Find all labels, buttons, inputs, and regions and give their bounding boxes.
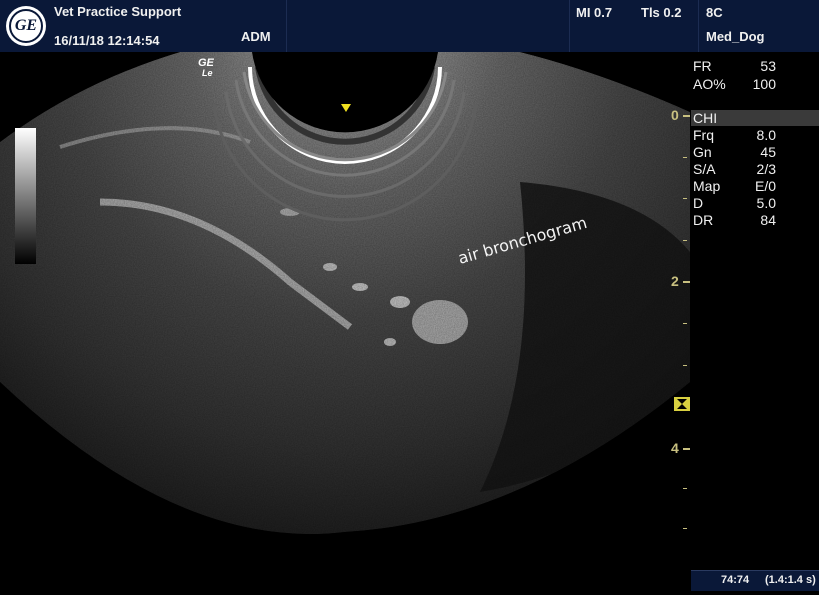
header-empty-cell <box>287 0 570 52</box>
imaging-mode: CHI <box>693 110 718 126</box>
probe-mark: GE Le <box>198 57 214 79</box>
sa-value: 2/3 <box>756 161 776 177</box>
depth-value: 5.0 <box>756 195 776 211</box>
clinic-name: Vet Practice Support <box>54 4 182 19</box>
depth-tick-minor <box>683 323 687 324</box>
depth-label-4: 4 <box>671 440 679 456</box>
dynamic-range-value: 84 <box>760 212 776 228</box>
ultrasound-image: air bronchogram GE Le <box>0 47 690 590</box>
depth-tick-minor <box>683 157 687 158</box>
dynamic-range-label: DR <box>693 212 714 228</box>
focus-marker-icon[interactable] <box>674 397 690 411</box>
map-label: Map <box>693 178 721 194</box>
mechanical-index: MI 0.7 <box>576 5 613 20</box>
preset-name: Med_Dog <box>706 29 765 44</box>
depth-label-2: 2 <box>671 273 679 289</box>
scan-sector <box>0 52 690 535</box>
probe-mark-sub: Le <box>202 68 213 78</box>
acoustic-output-value: 100 <box>752 76 776 92</box>
acoustic-output-label: AO% <box>693 76 726 92</box>
exam-datetime: 16/11/18 12:14:54 <box>54 33 160 48</box>
cine-frames: 74:74 <box>721 574 750 586</box>
cine-duration: (1.4:1.4 s) <box>765 574 816 586</box>
frame-rate-label: FR <box>693 58 712 74</box>
thermal-index: Tls 0.2 <box>641 5 682 20</box>
depth-label: D <box>693 195 704 211</box>
map-value: E/0 <box>754 178 776 194</box>
operator-id: ADM <box>241 29 271 44</box>
probe-mark-main: GE <box>198 57 214 69</box>
grayscale-bar <box>15 128 36 264</box>
depth-tick-major <box>683 281 690 283</box>
gain-value: 45 <box>760 144 776 160</box>
depth-tick-minor <box>683 488 687 489</box>
frame-rate-value: 53 <box>760 58 776 74</box>
ge-logo-text: GE <box>9 9 43 43</box>
cine-status[interactable]: 74:74 (1.4:1.4 s) <box>691 570 819 591</box>
depth-tick-minor <box>683 198 687 199</box>
depth-label-0: 0 <box>671 107 679 123</box>
ge-logo: GE <box>6 6 46 46</box>
depth-tick-minor <box>683 240 687 241</box>
depth-tick-minor <box>683 528 687 529</box>
gain-label: Gn <box>693 144 712 160</box>
depth-tick-major <box>683 115 690 117</box>
frequency-value: 8.0 <box>756 127 776 143</box>
depth-tick-major <box>683 448 690 450</box>
depth-tick-minor <box>683 365 687 366</box>
frequency-label: Frq <box>693 127 714 143</box>
header-bar: GE Vet Practice Support 16/11/18 12:14:5… <box>0 0 819 52</box>
probe-name: 8C <box>706 5 723 20</box>
sa-label: S/A <box>693 161 716 177</box>
